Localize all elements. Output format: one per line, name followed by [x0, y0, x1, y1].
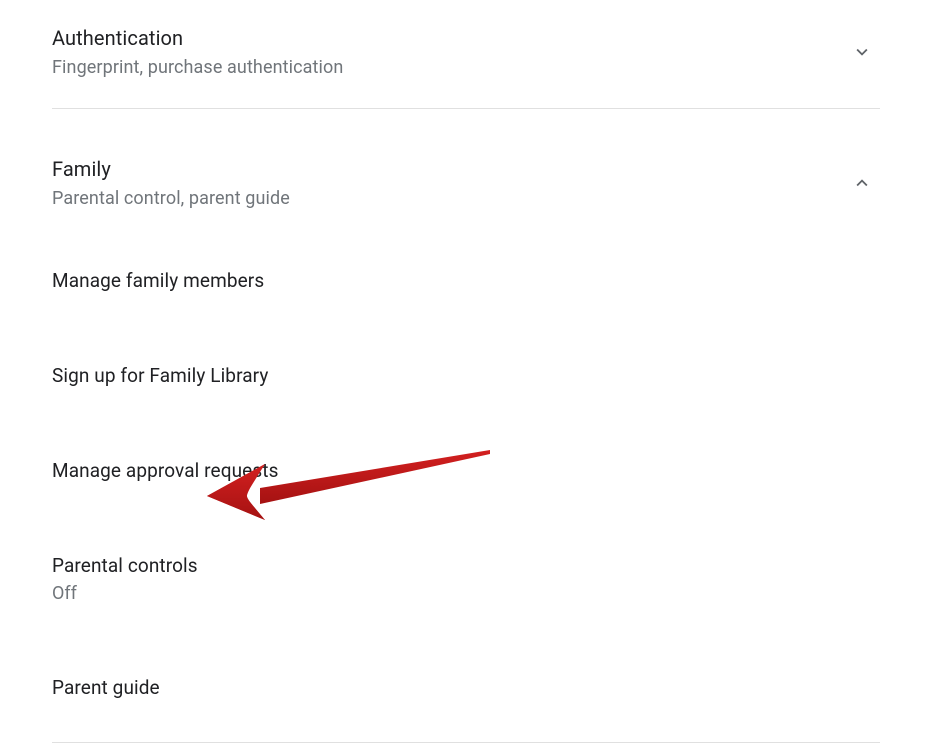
authentication-subtitle: Fingerprint, purchase authentication	[52, 57, 850, 78]
authentication-title: Authentication	[52, 26, 850, 50]
authentication-section-header[interactable]: Authentication Fingerprint, purchase aut…	[52, 20, 880, 96]
family-title: Family	[52, 157, 850, 181]
sign-up-family-library-item[interactable]: Sign up for Family Library	[52, 346, 880, 405]
authentication-text: Authentication Fingerprint, purchase aut…	[52, 26, 850, 78]
family-subtitle: Parental control, parent guide	[52, 188, 850, 209]
family-text: Family Parental control, parent guide	[52, 157, 850, 209]
manage-approval-requests-item[interactable]: Manage approval requests	[52, 441, 880, 500]
item-title: Sign up for Family Library	[52, 364, 880, 387]
chevron-up-icon	[850, 171, 874, 195]
item-title: Manage approval requests	[52, 459, 880, 482]
family-section: Family Parental control, parent guide Ma…	[52, 109, 880, 743]
settings-list: Authentication Fingerprint, purchase aut…	[0, 0, 932, 743]
item-subtitle: Off	[52, 583, 880, 604]
parental-controls-item[interactable]: Parental controls Off	[52, 536, 880, 622]
parent-guide-item[interactable]: Parent guide	[52, 658, 880, 717]
item-title: Parent guide	[52, 676, 880, 699]
family-items: Manage family members Sign up for Family…	[52, 215, 880, 717]
item-title: Parental controls	[52, 554, 880, 577]
manage-family-members-item[interactable]: Manage family members	[52, 251, 880, 310]
family-section-header[interactable]: Family Parental control, parent guide	[52, 151, 880, 215]
item-title: Manage family members	[52, 269, 880, 292]
chevron-down-icon	[850, 40, 874, 64]
